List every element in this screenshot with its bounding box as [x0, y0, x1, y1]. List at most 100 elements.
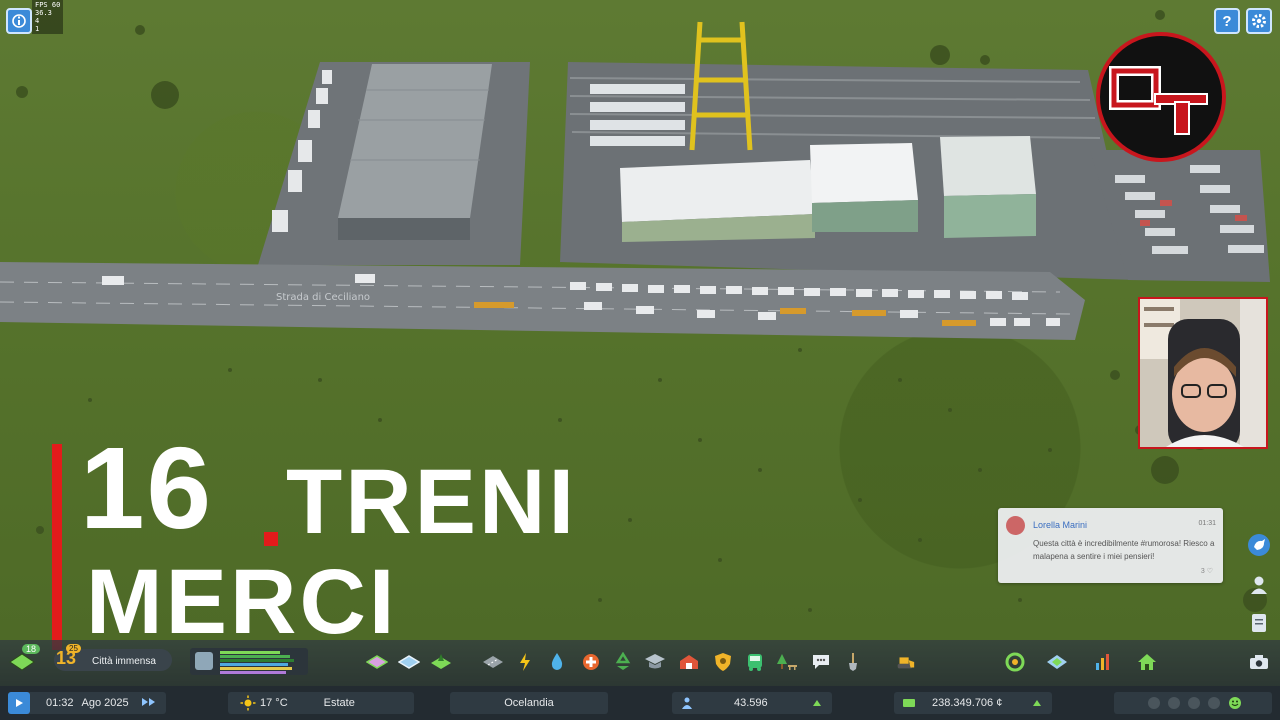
tool-undo[interactable] [1004, 651, 1026, 673]
fast-forward-icon [141, 697, 155, 706]
fps-line-4: 1 [35, 25, 40, 33]
title-accent-bar [52, 444, 62, 650]
chirper-notification[interactable]: Lorella Marini 01:31 Questa città è incr… [998, 508, 1223, 583]
speech-bubble-icon [813, 655, 829, 669]
level-badge: 25 [66, 644, 81, 653]
help-icon: ? [1222, 12, 1232, 30]
chirper-button[interactable] [1246, 532, 1272, 558]
cycle-icon [1005, 652, 1025, 672]
status-bar [0, 686, 1280, 720]
tool-parks[interactable] [776, 651, 798, 673]
indicator-4 [1208, 697, 1220, 709]
notes-icon [1252, 614, 1266, 632]
tool-bulldozer[interactable] [894, 651, 916, 673]
tool-transport[interactable] [744, 651, 766, 673]
journal-button[interactable] [1246, 610, 1272, 636]
city-name[interactable]: Ocelandia [450, 692, 608, 714]
road-icon [483, 656, 503, 668]
tool-fire[interactable] [678, 651, 700, 673]
info-icon [12, 14, 26, 28]
house-icon [1138, 654, 1156, 670]
webcam-overlay [1138, 297, 1268, 449]
tool-landscaping-shovel[interactable] [842, 651, 864, 673]
police-badge-icon [715, 653, 731, 671]
bird-icon [1248, 534, 1270, 556]
tool-communications[interactable] [810, 651, 832, 673]
person-icon [1251, 576, 1267, 594]
demand-bar-commercial [220, 663, 288, 666]
chirp-likes[interactable]: 3 ♡ [1201, 567, 1213, 575]
avatar [1006, 516, 1025, 535]
money-value: 238.349.706 ¢ [932, 697, 1003, 709]
indicator-1 [1148, 697, 1160, 709]
performance-overlay: FPS 60 36.3 4 1 [32, 0, 64, 34]
speed-button[interactable] [141, 697, 157, 710]
demand-bar-office [220, 671, 286, 674]
demand-bar-residential-mid [220, 655, 290, 658]
episode-title-line-2: MERCI [86, 551, 398, 653]
happy-face-icon [1229, 697, 1241, 709]
dev-points-badge: 18 [22, 644, 41, 654]
water-drop-icon [551, 653, 563, 670]
fps-line-2: 36.3 [35, 9, 52, 17]
fps-line-1: FPS 60 [35, 1, 61, 9]
tool-city-services[interactable] [1136, 651, 1158, 673]
tool-electricity[interactable] [514, 651, 536, 673]
tool-map[interactable] [1046, 651, 1068, 673]
zone-demand-panel[interactable] [190, 648, 308, 675]
info-button[interactable] [6, 8, 32, 34]
chirp-time: 01:31 [1198, 520, 1216, 527]
tool-roads[interactable] [482, 651, 504, 673]
episode-title-line-1: TRENI [286, 451, 577, 553]
tool-police[interactable] [712, 651, 734, 673]
play-icon [16, 699, 23, 707]
tool-zoning[interactable] [366, 651, 388, 673]
happiness-panel[interactable] [1114, 692, 1272, 714]
weather-panel[interactable]: 17 °C Estate [228, 692, 414, 714]
population-panel[interactable]: 43.596 [672, 692, 832, 714]
fps-line-3: 4 [35, 17, 40, 25]
landscaping-icon [431, 654, 451, 669]
gear-icon [1252, 14, 1266, 28]
tool-education[interactable] [644, 651, 666, 673]
game-time: 01:32 [46, 697, 74, 709]
episode-number: 16 [80, 423, 214, 553]
camera-icon [1250, 655, 1268, 669]
zoning-icon [195, 652, 213, 670]
tool-landscaping[interactable] [430, 651, 452, 673]
indicator-3 [1188, 697, 1200, 709]
tool-photo-mode[interactable] [1248, 651, 1270, 673]
play-button[interactable] [8, 692, 30, 714]
help-button[interactable]: ? [1214, 8, 1240, 34]
money-icon [903, 699, 915, 707]
tool-healthcare[interactable] [580, 651, 602, 673]
tool-areas[interactable] [398, 651, 420, 673]
demand-bar-residential-low [220, 651, 280, 654]
channel-logo-mark [1109, 66, 1208, 135]
demand-bar-residential-high [220, 659, 294, 662]
shovel-icon [849, 653, 857, 671]
chirp-author[interactable]: Lorella Marini [1033, 520, 1087, 530]
development-points[interactable]: 18 [8, 644, 41, 676]
tool-garbage[interactable] [612, 651, 634, 673]
tool-water[interactable] [546, 651, 568, 673]
title-dot [264, 532, 278, 546]
bar-chart-icon [1096, 654, 1109, 670]
population-icon [682, 697, 692, 709]
chirp-text: Questa città è incredibilmente #rumorosa… [1033, 539, 1215, 561]
channel-logo [1096, 32, 1226, 162]
citizen-button[interactable] [1246, 572, 1272, 598]
healthcare-icon [583, 654, 599, 670]
demand-bar-industrial [220, 667, 292, 670]
settings-button[interactable] [1246, 8, 1272, 34]
temperature: 17 °C [260, 697, 288, 709]
indicator-2 [1168, 697, 1180, 709]
population-value: 43.596 [734, 697, 768, 709]
streamer-image [1140, 299, 1266, 447]
season: Estate [323, 697, 355, 709]
map-icon [1047, 655, 1067, 669]
tool-statistics[interactable] [1092, 651, 1114, 673]
trend-up-icon [813, 700, 821, 706]
money-panel[interactable]: 238.349.706 ¢ [894, 692, 1052, 714]
graduation-cap-icon [645, 654, 665, 669]
